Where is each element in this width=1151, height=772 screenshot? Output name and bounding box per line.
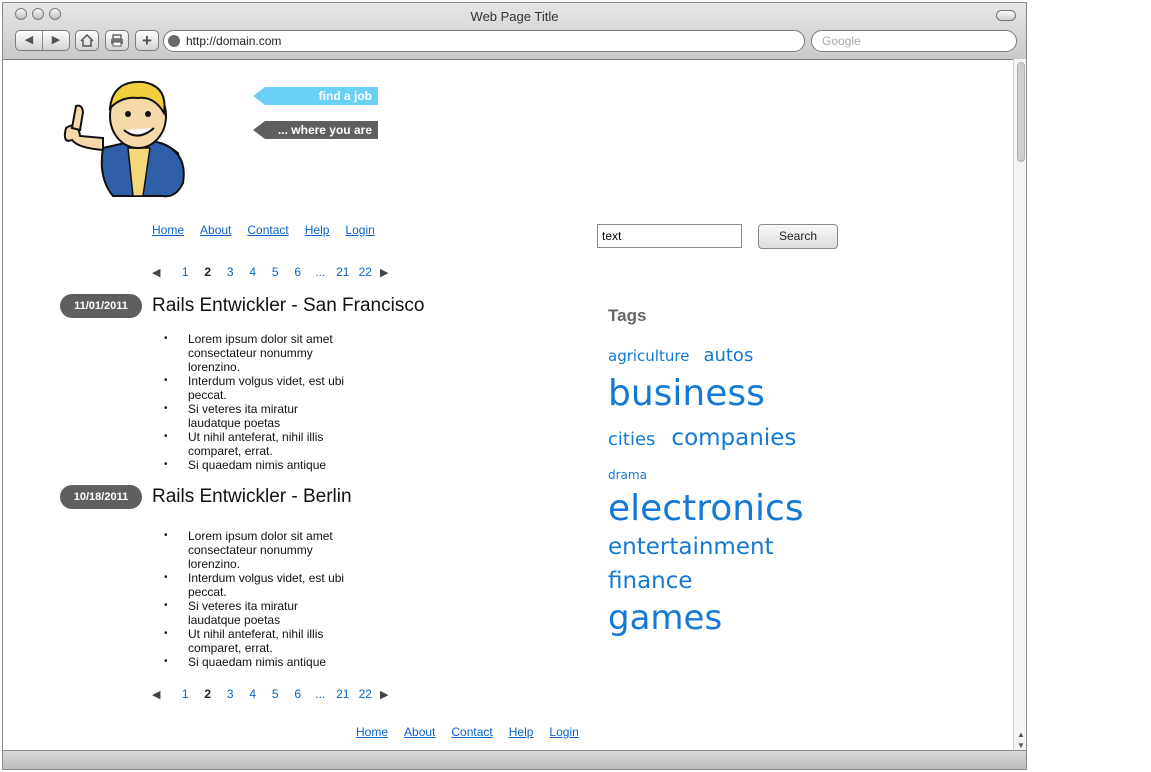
scrollbar-thumb[interactable]	[1017, 62, 1025, 162]
list-item: Si veteres ita miratur laudatque poetas	[164, 402, 353, 430]
page-link[interactable]: 22	[354, 265, 377, 279]
window-title: Web Page Title	[470, 9, 559, 24]
page-link[interactable]: 1	[174, 687, 197, 701]
top-navigation: Home About Contact Help Login	[152, 223, 375, 237]
status-bar	[3, 750, 1026, 769]
tag-link[interactable]: agriculture	[608, 340, 689, 372]
vertical-scrollbar[interactable]: ▲ ▼	[1013, 59, 1026, 751]
page-link[interactable]: 4	[242, 265, 265, 279]
tag-link[interactable]: entertainment	[608, 530, 774, 564]
page-ellipsis: ...	[315, 265, 326, 279]
url-text: http://domain.com	[186, 34, 282, 48]
current-page: 2	[204, 687, 212, 701]
list-item: Ut nihil anteferat, nihil illis comparet…	[164, 627, 353, 655]
page-link[interactable]: 5	[264, 265, 287, 279]
tags-heading: Tags	[608, 306, 647, 325]
list-item: Lorem ipsum dolor sit amet consectateur …	[164, 332, 353, 374]
tag-cloud: agriculture autos business cities companie…	[608, 340, 848, 638]
vault-boy-mascot-logo	[63, 80, 185, 198]
current-page: 2	[204, 265, 212, 279]
where-you-are-banner: ... where you are	[253, 121, 378, 139]
job-date-badge: 11/01/2011	[60, 294, 142, 318]
footer-login-link[interactable]: Login	[549, 725, 578, 739]
add-bookmark-button[interactable]: +	[135, 30, 159, 51]
list-item: Si quaedam nimis antique	[164, 655, 353, 669]
footer-navigation: Home About Contact Help Login	[356, 725, 579, 739]
footer-home-link[interactable]: Home	[356, 725, 388, 739]
tag-link[interactable]: cities	[608, 418, 655, 462]
list-item: Interdum volgus videt, est ubi peccat.	[164, 374, 353, 402]
footer-about-link[interactable]: About	[404, 725, 435, 739]
back-arrow-icon[interactable]: ◀	[16, 31, 43, 50]
job-title[interactable]: Rails Entwickler - San Francisco	[152, 295, 424, 317]
page-link[interactable]: 3	[219, 687, 242, 701]
nav-home-link[interactable]: Home	[152, 223, 184, 237]
page-ellipsis: ...	[315, 687, 326, 701]
address-bar[interactable]: http://domain.com	[163, 30, 805, 52]
page-link[interactable]: 6	[287, 687, 310, 701]
list-item: Interdum volgus videt, est ubi peccat.	[164, 571, 353, 599]
footer-help-link[interactable]: Help	[509, 725, 534, 739]
next-page-icon[interactable]: ▶	[377, 266, 388, 279]
previous-page-icon[interactable]: ◀	[152, 266, 174, 279]
previous-page-icon[interactable]: ◀	[152, 688, 174, 701]
find-a-job-banner: find a job	[253, 87, 378, 105]
plus-icon: +	[142, 30, 152, 50]
home-icon	[80, 34, 94, 47]
nav-help-link[interactable]: Help	[305, 223, 330, 237]
page-link[interactable]: 21	[332, 265, 355, 279]
toolbar-toggle-button[interactable]	[996, 10, 1016, 21]
nav-about-link[interactable]: About	[200, 223, 231, 237]
nav-contact-link[interactable]: Contact	[247, 223, 288, 237]
next-page-icon[interactable]: ▶	[377, 688, 388, 701]
list-item: Ut nihil anteferat, nihil illis comparet…	[164, 430, 353, 458]
scroll-up-icon[interactable]: ▲	[1014, 729, 1026, 740]
job-title[interactable]: Rails Entwickler - Berlin	[152, 486, 352, 508]
globe-icon	[168, 35, 180, 47]
search-input[interactable]: text	[597, 224, 742, 248]
browser-titlebar: Web Page Title ◀ ▶ + http://domain.com G…	[3, 3, 1026, 60]
pagination-bottom: ◀ 1 2 3 4 5 6 ... 21 22 ▶	[152, 687, 389, 701]
pagination-top: ◀ 1 2 3 4 5 6 ... 21 22 ▶	[152, 265, 389, 279]
page-link[interactable]: 3	[219, 265, 242, 279]
job-bullet-list: Lorem ipsum dolor sit amet consectateur …	[164, 332, 353, 472]
nav-login-link[interactable]: Login	[345, 223, 374, 237]
print-icon	[111, 34, 123, 47]
tag-link[interactable]: autos	[703, 340, 753, 372]
page-link[interactable]: 4	[242, 687, 265, 701]
tag-link[interactable]: companies	[671, 416, 796, 460]
forward-arrow-icon[interactable]: ▶	[43, 31, 69, 50]
page-link[interactable]: 1	[174, 265, 197, 279]
page-link[interactable]: 6	[287, 265, 310, 279]
tag-link[interactable]: business	[608, 372, 765, 416]
page-link[interactable]: 5	[264, 687, 287, 701]
scroll-arrows[interactable]: ▲ ▼	[1014, 729, 1026, 751]
tag-link[interactable]: electronics	[608, 488, 804, 530]
list-item: Si quaedam nimis antique	[164, 458, 353, 472]
search-button[interactable]: Search	[758, 224, 838, 249]
job-date-badge: 10/18/2011	[60, 485, 142, 509]
list-item: Lorem ipsum dolor sit amet consectateur …	[164, 529, 353, 571]
footer-contact-link[interactable]: Contact	[451, 725, 492, 739]
print-button[interactable]	[105, 30, 129, 51]
list-item: Si veteres ita miratur laudatque poetas	[164, 599, 353, 627]
history-nav-buttons: ◀ ▶	[15, 30, 70, 51]
job-bullet-list: Lorem ipsum dolor sit amet consectateur …	[164, 529, 353, 669]
browser-window: Web Page Title ◀ ▶ + http://domain.com G…	[2, 2, 1027, 770]
page-link[interactable]: 22	[354, 687, 377, 701]
tag-link[interactable]: games	[608, 598, 722, 638]
home-button[interactable]	[75, 30, 99, 51]
page-content: find a job ... where you are Home About …	[3, 60, 1011, 750]
tag-link[interactable]: drama	[608, 461, 647, 489]
tag-link[interactable]: finance	[608, 564, 693, 598]
browser-search-field[interactable]: Google	[811, 30, 1017, 52]
page-link[interactable]: 21	[332, 687, 355, 701]
